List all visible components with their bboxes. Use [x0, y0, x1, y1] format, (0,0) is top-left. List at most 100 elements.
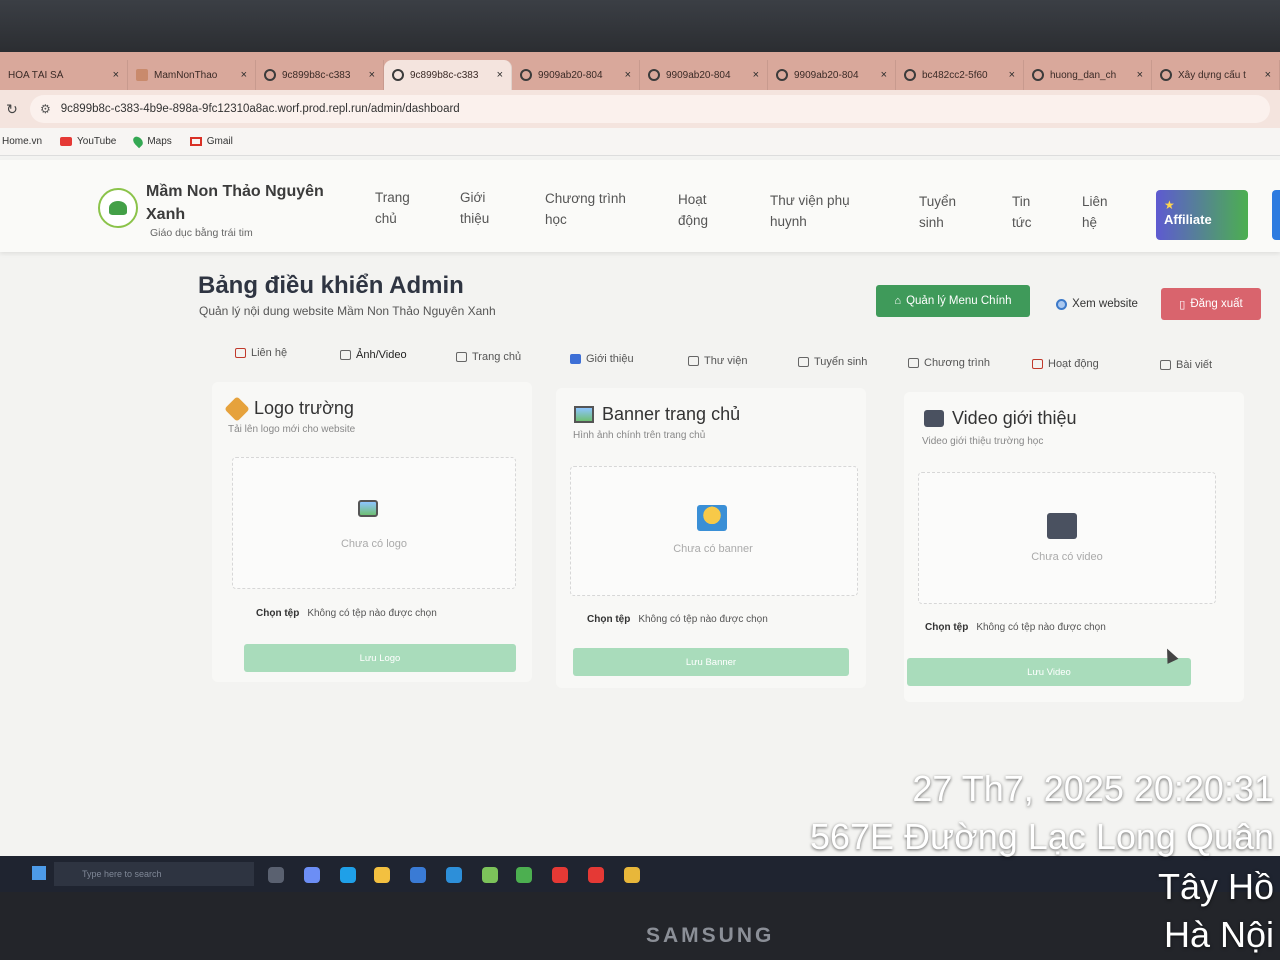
- file-explorer-icon[interactable]: [374, 867, 390, 883]
- store-icon[interactable]: [410, 867, 426, 883]
- nav-line: tức: [1012, 215, 1032, 230]
- edge-browser-icon[interactable]: [340, 867, 356, 883]
- tab-library[interactable]: Thư viện: [688, 355, 747, 367]
- school-logo[interactable]: [98, 188, 138, 228]
- banner-dropzone[interactable]: Chưa có banner: [570, 466, 858, 596]
- browser-tab[interactable]: HÓA TÀI SẢ ×: [0, 60, 128, 90]
- tab-activities[interactable]: Hoạt động: [1032, 358, 1099, 370]
- card-subtitle: Video giới thiệu trường học: [922, 436, 1044, 447]
- choose-file-button[interactable]: Chọn tệp: [925, 622, 968, 633]
- nav-item-home[interactable]: Trang chủ: [375, 187, 410, 229]
- globe-favicon-icon: [776, 69, 788, 81]
- monitor-bezel-top: [0, 0, 1280, 56]
- nav-item-contact[interactable]: Liên hệ: [1082, 191, 1108, 233]
- page-subtitle: Quản lý nội dung website Mầm Non Thảo Ng…: [199, 304, 496, 318]
- save-label: Lưu Logo: [359, 652, 401, 664]
- tab-close-icon[interactable]: ×: [113, 69, 119, 81]
- bookmark-maps[interactable]: Maps: [131, 134, 172, 149]
- nav-item-program[interactable]: Chương trình học: [545, 188, 626, 230]
- nav-item-news[interactable]: Tin tức: [1012, 191, 1032, 233]
- target-icon: [1032, 359, 1043, 369]
- tab-close-icon[interactable]: ×: [1009, 69, 1015, 81]
- tab-admissions[interactable]: Tuyển sinh: [798, 356, 867, 368]
- browser-tab[interactable]: 9909ab20-804 ×: [512, 60, 640, 90]
- tab-title: bc482cc2-5f60: [922, 69, 988, 81]
- affiliate-button[interactable]: ★ Affiliate: [1156, 190, 1248, 240]
- tab-title: Xây dựng cấu t: [1178, 69, 1246, 81]
- header-edge-button[interactable]: [1272, 190, 1280, 240]
- tab-title: 9c899b8c-c383: [282, 69, 351, 81]
- tab-posts[interactable]: Bài viết: [1160, 359, 1212, 371]
- save-logo-button[interactable]: Lưu Logo: [244, 644, 516, 672]
- outlook-icon[interactable]: [446, 867, 462, 883]
- tab-label: Ảnh/Video: [356, 349, 407, 361]
- reload-icon[interactable]: ↻: [0, 101, 24, 118]
- excel-icon[interactable]: [516, 867, 532, 883]
- save-banner-button[interactable]: Lưu Banner: [573, 648, 849, 676]
- view-website-button[interactable]: Xem website: [1042, 288, 1152, 320]
- tab-close-icon[interactable]: ×: [625, 69, 631, 81]
- bookmark-homevn[interactable]: Home.vn: [2, 136, 42, 147]
- bookmarks-bar: Home.vn YouTube Maps Gmail: [0, 128, 1280, 156]
- nav-item-activities[interactable]: Hoạt động: [678, 189, 708, 231]
- choose-file-button[interactable]: Chọn tệp: [587, 614, 630, 625]
- browser-tab[interactable]: 9909ab20-804 ×: [640, 60, 768, 90]
- bookmark-youtube[interactable]: YouTube: [60, 136, 116, 147]
- browser-tab-strip: HÓA TÀI SẢ × MamNonThao × 9c899b8c-c383 × 9…: [0, 52, 1280, 90]
- card-title-text: Banner trang chủ: [602, 404, 741, 424]
- tab-media[interactable]: Ảnh/Video: [340, 349, 407, 361]
- tab-close-icon[interactable]: ×: [369, 69, 375, 81]
- maps-pin-icon: [131, 134, 146, 149]
- save-video-button[interactable]: Lưu Video: [907, 658, 1191, 686]
- tab-close-icon[interactable]: ×: [881, 69, 887, 81]
- brand-name[interactable]: Mầm Non Thảo Nguyên Xanh: [146, 180, 346, 226]
- logo-card: Logo trường Tải lên logo mới cho website…: [212, 382, 532, 682]
- app-icon[interactable]: [552, 867, 568, 883]
- file-input[interactable]: Chọn tệp Không có tệp nào được chọn: [256, 608, 437, 619]
- tab-program[interactable]: Chương trình: [908, 357, 990, 369]
- chrome-icon[interactable]: [624, 867, 640, 883]
- tab-about[interactable]: Giới thiệu: [570, 353, 634, 365]
- article-icon: [1160, 360, 1171, 370]
- file-input[interactable]: Chọn tệp Không có tệp nào được chọn: [925, 622, 1106, 633]
- tab-close-icon[interactable]: ×: [1137, 69, 1143, 81]
- taskbar-search-input[interactable]: Type here to search: [54, 862, 254, 886]
- tab-title: 9909ab20-804: [794, 69, 859, 81]
- browser-tab[interactable]: bc482cc2-5f60 ×: [896, 60, 1024, 90]
- app-icon[interactable]: [482, 867, 498, 883]
- task-view-icon[interactable]: [268, 867, 284, 883]
- choose-file-button[interactable]: Chọn tệp: [256, 608, 299, 619]
- tab-home[interactable]: Trang chủ: [456, 351, 521, 363]
- browser-tab[interactable]: MamNonThao ×: [128, 60, 256, 90]
- browser-tab[interactable]: 9c899b8c-c383 ×: [256, 60, 384, 90]
- button-label: Quản lý Menu Chính: [906, 295, 1012, 307]
- logout-button[interactable]: ▯ Đăng xuất: [1161, 288, 1261, 320]
- browser-tab[interactable]: Xây dựng cấu t ×: [1152, 60, 1280, 90]
- browser-tab-active[interactable]: 9c899b8c-c383 ×: [384, 60, 512, 90]
- tab-title: huong_dan_ch: [1050, 69, 1117, 81]
- clapperboard-icon: [1047, 513, 1077, 539]
- bookmark-gmail[interactable]: Gmail: [189, 136, 233, 147]
- house-icon: ⌂: [894, 295, 902, 307]
- windows-start-icon[interactable]: [32, 866, 46, 880]
- tab-close-icon[interactable]: ×: [241, 69, 247, 81]
- tab-close-icon[interactable]: ×: [497, 69, 503, 81]
- browser-tab[interactable]: 9909ab20-804 ×: [768, 60, 896, 90]
- tab-contact[interactable]: Liên hệ: [235, 347, 287, 359]
- nav-item-parent-library[interactable]: Thư viện phụ huynh: [770, 190, 850, 232]
- nav-item-about[interactable]: Giới thiệu: [460, 187, 489, 229]
- graduation-cap-icon: [798, 357, 809, 367]
- video-dropzone[interactable]: Chưa có video: [918, 472, 1216, 604]
- copilot-icon[interactable]: [304, 867, 320, 883]
- logo-dropzone[interactable]: Chưa có logo: [232, 457, 516, 589]
- tab-close-icon[interactable]: ×: [1265, 69, 1271, 81]
- browser-tab[interactable]: huong_dan_ch ×: [1024, 60, 1152, 90]
- site-info-icon[interactable]: ⚙: [40, 102, 51, 116]
- tab-close-icon[interactable]: ×: [753, 69, 759, 81]
- manage-menu-button[interactable]: ⌂ Quản lý Menu Chính: [876, 285, 1030, 317]
- nav-item-admissions[interactable]: Tuyển sinh: [919, 191, 956, 233]
- app-icon[interactable]: [588, 867, 604, 883]
- url-input[interactable]: ⚙ 9c899b8c-c383-4b9e-898a-9fc12310a8ac.w…: [30, 95, 1270, 123]
- nav-line: huynh: [770, 214, 807, 229]
- file-input[interactable]: Chọn tệp Không có tệp nào được chọn: [587, 614, 768, 625]
